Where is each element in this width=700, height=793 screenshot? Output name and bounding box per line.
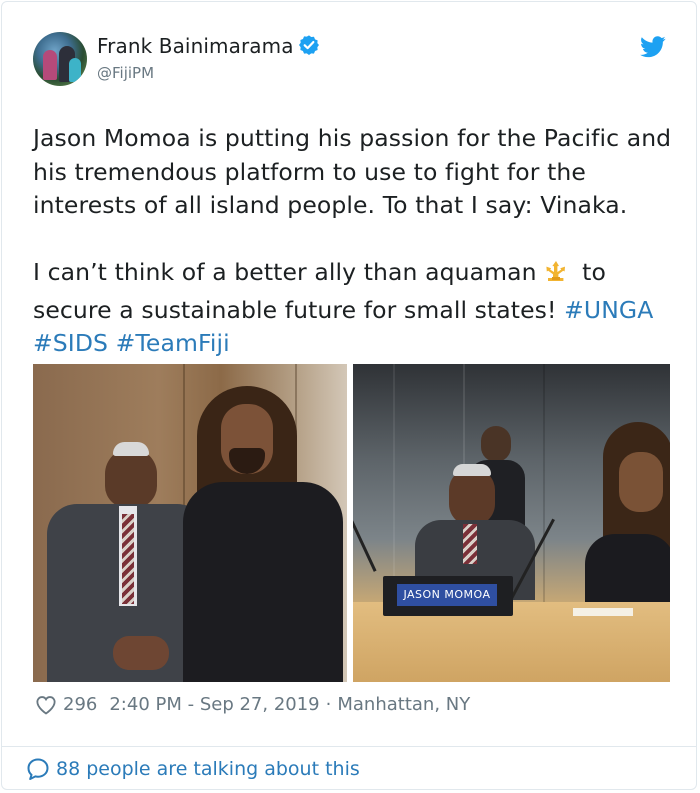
tweet-meta: 296 2:40 PM - Sep 27, 2019 · Manhattan, …	[35, 694, 470, 715]
footer-divider	[2, 746, 696, 747]
author-display-name[interactable]: Frank Bainimarama	[97, 34, 294, 58]
nameplate-label: JASON MOMOA	[397, 584, 497, 606]
tweet-paragraph-2: I can’t think of a better ally than aqua…	[33, 256, 673, 361]
author-handle[interactable]: @FijiPM	[97, 64, 320, 82]
timestamp[interactable]: 2:40 PM - Sep 27, 2019	[109, 694, 319, 715]
trident-icon	[541, 258, 571, 294]
verified-badge-icon	[298, 34, 320, 60]
twitter-bird-icon[interactable]	[640, 36, 666, 62]
hashtag-teamfiji[interactable]: #TeamFiji	[116, 329, 230, 357]
tweet-paragraph-2-text: I can’t think of a better ally than aqua…	[33, 258, 537, 286]
tweet-header: Frank Bainimarama @FijiPM	[33, 32, 666, 92]
photo-un-assembly[interactable]: JASON MOMOA	[353, 364, 670, 682]
tweet-text: Jason Momoa is putting his passion for t…	[33, 122, 673, 361]
media-grid: JASON MOMOA	[33, 364, 670, 682]
conversation-link[interactable]: 88 people are talking about this	[26, 757, 360, 781]
nameplate: JASON MOMOA	[383, 576, 513, 616]
hashtag-sids[interactable]: #SIDS	[33, 329, 108, 357]
photo-momoa-bainimarama-standing[interactable]	[33, 364, 347, 682]
author-info[interactable]: Frank Bainimarama @FijiPM	[97, 34, 320, 82]
location[interactable]: Manhattan, NY	[337, 694, 470, 715]
tweet-card: Frank Bainimarama @FijiPM Jason Momoa is…	[1, 1, 697, 790]
meta-separator: ·	[325, 694, 332, 715]
avatar[interactable]	[33, 32, 87, 86]
like-count[interactable]: 296	[63, 694, 97, 715]
heart-icon[interactable]	[35, 695, 57, 715]
speech-bubble-icon	[26, 757, 50, 781]
hashtag-unga[interactable]: #UNGA	[564, 296, 653, 324]
tweet-paragraph-1: Jason Momoa is putting his passion for t…	[33, 124, 672, 219]
conversation-label[interactable]: 88 people are talking about this	[56, 758, 360, 780]
